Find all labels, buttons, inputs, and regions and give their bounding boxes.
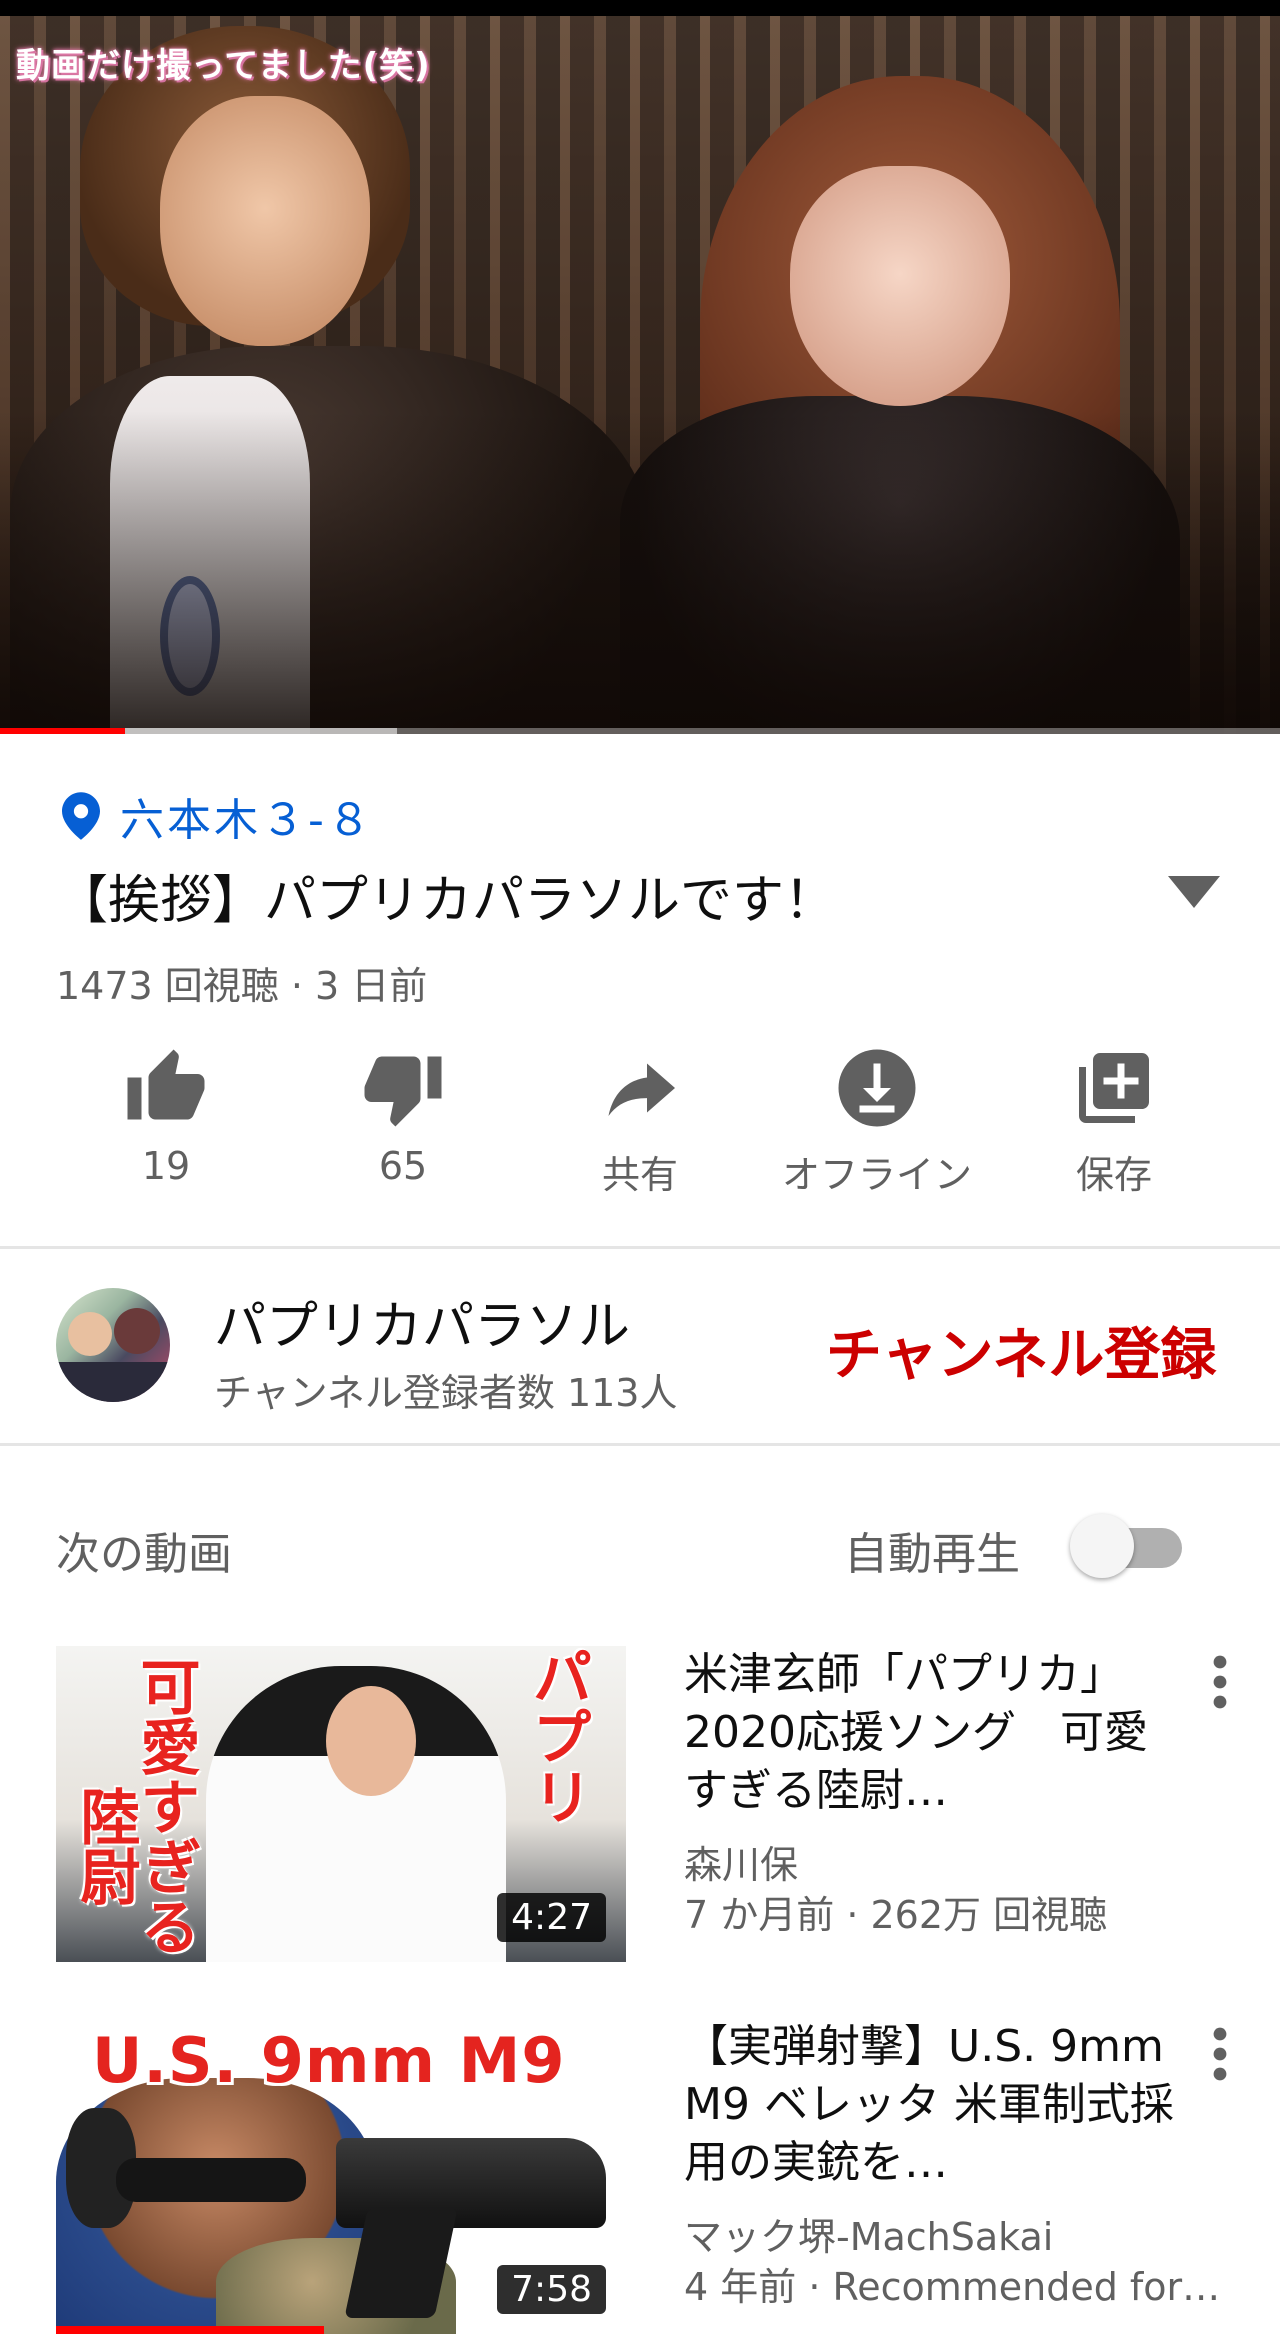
location-pin-icon <box>62 792 100 840</box>
offline-label: オフライン <box>781 1153 972 1197</box>
up-next-heading: 次の動画 <box>56 1529 232 1580</box>
video-player[interactable]: 動画だけ撮ってました(笑) <box>0 16 1280 734</box>
add-to-playlist-icon <box>1079 1053 1149 1123</box>
video-item-title-text: 【実弾射撃】U.S. 9mm M9 ベレッタ 米軍制式採用の実銃を… <box>684 2021 1174 2188</box>
avatar-detail <box>114 1308 160 1354</box>
video-progress-bar[interactable] <box>0 728 1280 734</box>
thumbnail-text: 可愛すぎる <box>130 1656 200 1956</box>
download-icon <box>838 1049 916 1127</box>
like-count: 19 <box>141 1144 191 1188</box>
expand-description-icon[interactable] <box>1168 876 1220 912</box>
thumbnail-text: U.S. 9mm M9 <box>92 2024 566 2097</box>
save-button[interactable]: 保存 <box>994 1040 1234 1199</box>
autoplay-label: 自動再生 <box>844 1529 1020 1580</box>
more-options-icon[interactable] <box>1200 2024 1240 2084</box>
avatar-detail <box>56 1362 170 1402</box>
video-overlay-caption: 動画だけ撮ってました(笑) <box>16 46 431 86</box>
autoplay-toggle-knob <box>1070 1514 1134 1578</box>
channel-name[interactable]: パプリカパラソル <box>214 1284 630 1359</box>
autoplay-toggle[interactable] <box>1070 1510 1186 1580</box>
watched-progress-bar <box>56 2326 324 2334</box>
share-icon <box>608 1063 675 1116</box>
video-thumbnail[interactable]: 可愛すぎる 陸尉 パプリ 4:27 <box>56 1646 626 1962</box>
video-item-title[interactable]: 【実弾射撃】U.S. 9mm M9 ベレッタ 米軍制式採用の実銃を… <box>684 2018 1184 2192</box>
offline-download-button[interactable]: オフライン <box>757 1040 997 1199</box>
up-next-video-item[interactable]: 可愛すぎる 陸尉 パプリ 4:27 米津玄師「パプリカ」2020応援ソング 可愛… <box>0 1646 1280 1966</box>
video-view-count-and-date: 1473 回視聴 · 3 日前 <box>56 964 428 1008</box>
thumbnail-person-face <box>326 1686 416 1796</box>
video-action-bar: 19 65 共有 オフライン 保存 <box>0 1040 1280 1210</box>
location-link[interactable]: 六本木３-８ <box>62 784 374 848</box>
video-title[interactable]: 【挨拶】パプリカパラソルです！ <box>56 858 836 933</box>
dislike-count: 65 <box>378 1144 428 1188</box>
location-text: 六本木３-８ <box>120 795 374 846</box>
divider <box>0 1443 1280 1446</box>
divider <box>0 1246 1280 1249</box>
thumbnail-sunglasses <box>116 2158 306 2202</box>
channel-avatar[interactable] <box>56 1288 170 1402</box>
share-label: 共有 <box>601 1153 678 1197</box>
video-frame-shade <box>0 16 1280 734</box>
channel-subscriber-count: チャンネル登録者数 113人 <box>214 1371 678 1415</box>
thumbnail-text: 陸尉 <box>70 1786 140 1906</box>
avatar-detail <box>68 1312 112 1356</box>
status-bar <box>0 0 1280 16</box>
up-next-video-item[interactable]: U.S. 9mm M9 7:58 【実弾射撃】U.S. 9mm M9 ベレッタ … <box>0 2018 1280 2338</box>
more-options-icon[interactable] <box>1200 1652 1240 1712</box>
save-label: 保存 <box>1075 1153 1152 1197</box>
video-item-title[interactable]: 米津玄師「パプリカ」2020応援ソング 可愛すぎる陸尉… <box>684 1646 1184 1820</box>
thumbs-up-icon <box>127 1049 205 1120</box>
share-button[interactable]: 共有 <box>520 1040 760 1199</box>
video-item-channel: マック堺-MachSakai <box>684 2215 1054 2259</box>
video-item-title-text: 米津玄師「パプリカ」2020応援ソング 可愛すぎる陸尉… <box>684 1649 1148 1816</box>
video-item-meta: 4 年前 · Recommended for… <box>684 2265 1221 2309</box>
like-button[interactable]: 19 <box>46 1040 286 1188</box>
video-duration-badge: 7:58 <box>497 2265 606 2314</box>
video-item-channel: 森川保 <box>684 1843 799 1887</box>
dislike-button[interactable]: 65 <box>283 1040 523 1188</box>
thumbs-down-icon <box>364 1056 442 1127</box>
video-item-meta: 7 か月前 · 262万 回視聴 <box>684 1893 1108 1937</box>
video-progress-played <box>0 728 126 734</box>
video-duration-badge: 4:27 <box>497 1893 606 1942</box>
video-thumbnail[interactable]: U.S. 9mm M9 7:58 <box>56 2018 626 2334</box>
subscribe-button[interactable]: チャンネル登録 <box>826 1310 1216 1391</box>
thumbnail-text: パプリ <box>522 1646 592 1826</box>
